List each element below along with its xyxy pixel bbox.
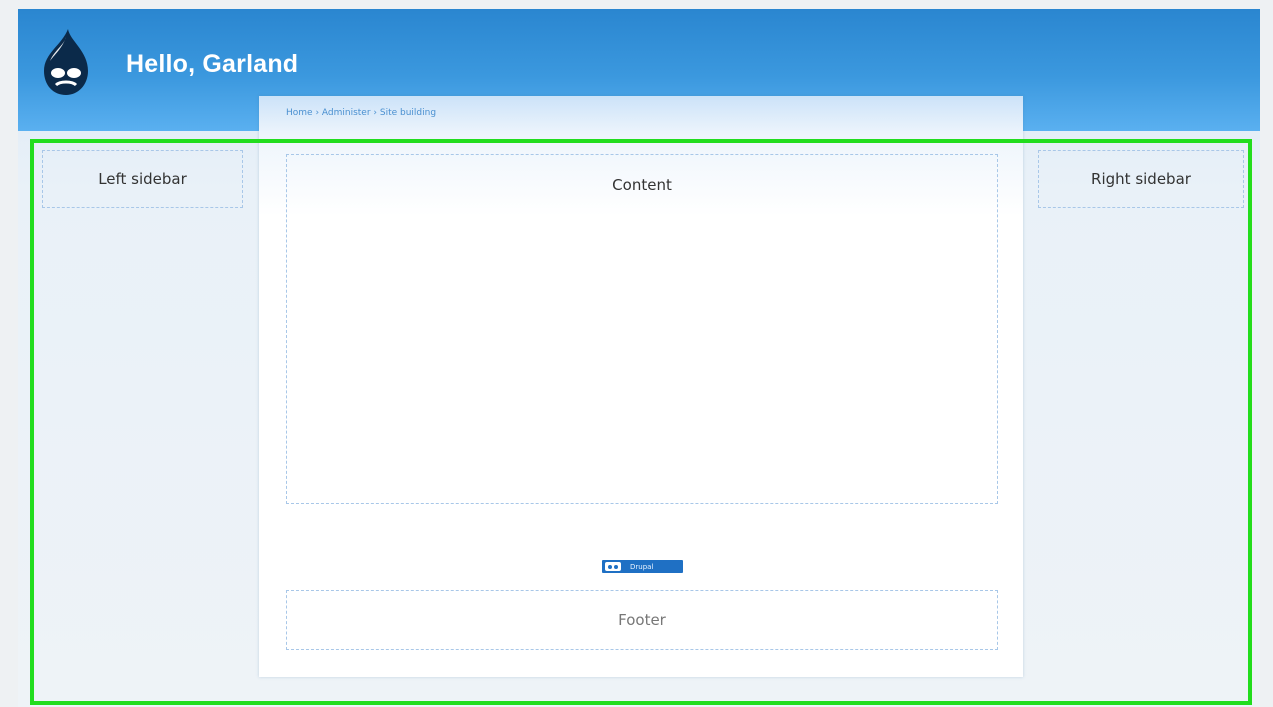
drupal-drop-icon[interactable]	[40, 27, 92, 97]
right-sidebar-label: Right sidebar	[1091, 170, 1191, 188]
footer-region-label: Footer	[618, 611, 666, 629]
left-sidebar-region: Left sidebar	[42, 150, 243, 208]
content-region: Content	[286, 154, 998, 504]
powered-by-label: Drupal	[630, 562, 654, 571]
site-name[interactable]: Hello, Garland	[126, 50, 298, 79]
left-sidebar-label: Left sidebar	[98, 170, 187, 188]
page-container: Home › Administer › Site building Conten…	[259, 96, 1023, 677]
breadcrumb[interactable]: Home › Administer › Site building	[286, 108, 436, 118]
drupal-drop-icon	[602, 560, 624, 573]
theme-preview: Hello, Garland Home › Administer › Site …	[18, 9, 1260, 707]
footer-region: Footer	[286, 590, 998, 650]
right-sidebar-region: Right sidebar	[1038, 150, 1244, 208]
powered-by-drupal-badge[interactable]: Drupal	[602, 560, 683, 573]
content-region-label: Content	[612, 176, 672, 194]
